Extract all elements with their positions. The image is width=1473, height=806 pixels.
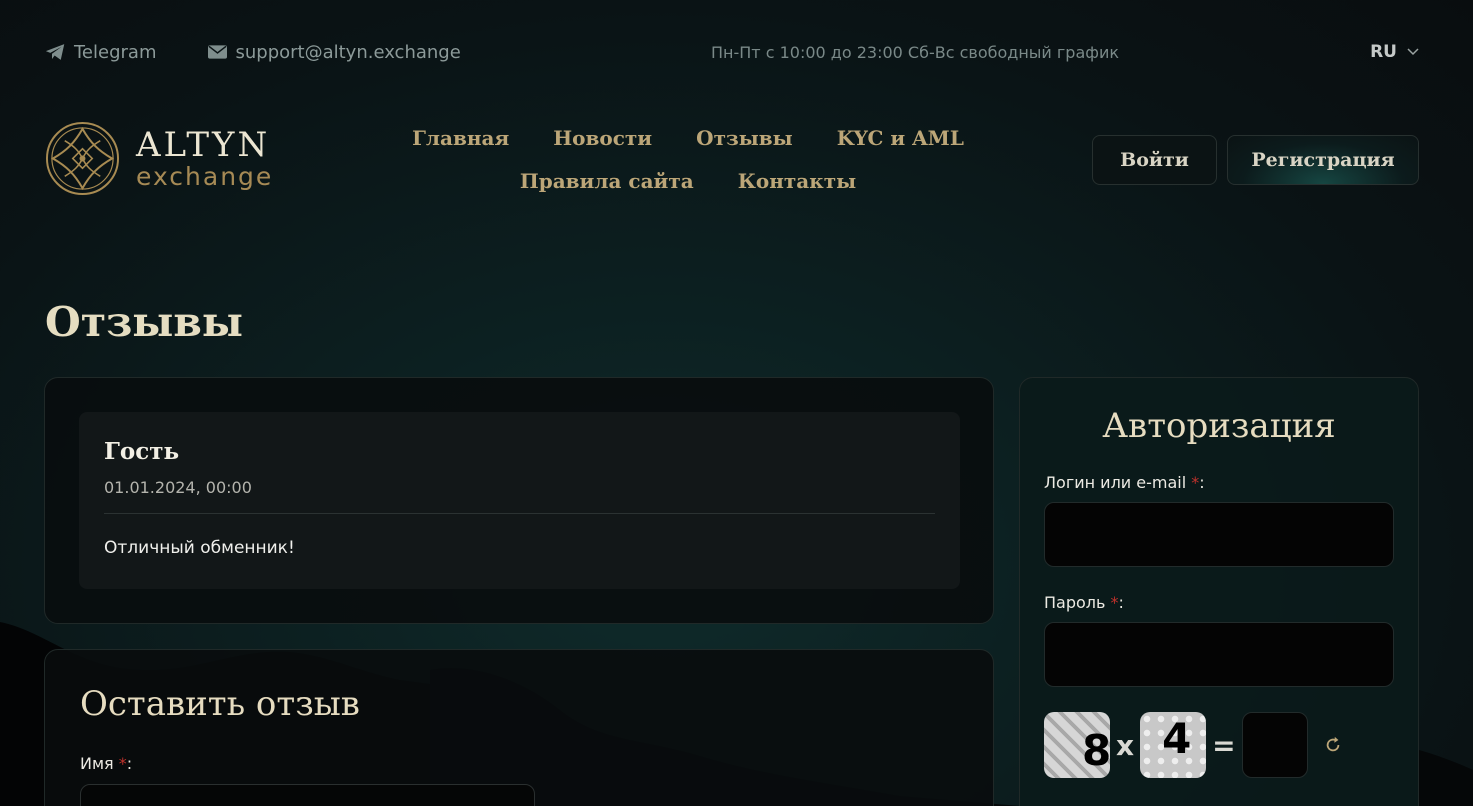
telegram-link[interactable]: Telegram: [45, 42, 156, 63]
captcha-equals: =: [1212, 728, 1236, 762]
login-field-label: Логин или e-mail *:: [1044, 473, 1205, 492]
captcha-digit-b: 4: [1162, 714, 1192, 763]
label-colon: :: [1199, 473, 1205, 492]
captcha-digit-a: 8: [1082, 726, 1110, 775]
nav-item-news[interactable]: Новости: [553, 122, 652, 165]
language-selector[interactable]: RU: [1370, 42, 1419, 62]
required-mark: *: [1110, 593, 1119, 612]
nav-item-kyc-aml[interactable]: KYC и AML: [837, 122, 964, 165]
password-label-text: Пароль: [1044, 593, 1106, 612]
captcha-operator: x: [1116, 728, 1135, 762]
refresh-icon[interactable]: [1324, 736, 1342, 754]
telegram-label: Telegram: [74, 41, 157, 63]
review-date: 01.01.2024, 00:00: [104, 478, 252, 497]
password-field-label: Пароль *:: [1044, 593, 1124, 612]
auth-title: Авторизация: [1102, 406, 1336, 446]
page-title: Отзывы: [45, 298, 243, 346]
nav-item-home[interactable]: Главная: [412, 122, 509, 165]
name-input[interactable]: [80, 784, 535, 806]
reviews-list-panel: Гость 01.01.2024, 00:00 Отличный обменни…: [44, 377, 994, 624]
leave-review-title: Оставить отзыв: [80, 684, 360, 724]
main-nav: Главная Новости Отзывы KYC и AML Правила…: [290, 122, 1086, 208]
nav-item-reviews[interactable]: Отзывы: [696, 122, 793, 165]
login-label-text: Логин или e-mail: [1044, 473, 1187, 492]
mail-icon: [208, 45, 228, 59]
email-label: support@altyn.exchange: [235, 41, 461, 63]
work-schedule: Пн-Пт с 10:00 до 23:00 Сб-Вс свободный г…: [711, 42, 1120, 62]
captcha-answer-input[interactable]: [1241, 712, 1308, 778]
register-button[interactable]: Регистрация: [1227, 135, 1419, 185]
logo-title: ALTYN: [136, 125, 271, 165]
review-card: Гость 01.01.2024, 00:00 Отличный обменни…: [79, 412, 960, 589]
logo-subtitle: exchange: [136, 162, 274, 191]
language-label: RU: [1370, 42, 1397, 62]
site-logo[interactable]: ALTYN exchange: [45, 121, 273, 196]
name-label-text: Имя: [80, 754, 114, 773]
leave-review-panel: Оставить отзыв Имя *:: [44, 649, 994, 806]
top-bar: Telegram support@altyn.exchange Пн-Пт с …: [45, 38, 1419, 66]
required-mark: *: [118, 754, 127, 773]
name-field-label: Имя *:: [80, 754, 132, 773]
login-button[interactable]: Войти: [1092, 135, 1217, 185]
auth-panel: Авторизация Логин или e-mail *: Пароль *…: [1019, 377, 1419, 806]
review-text: Отличный обменник!: [104, 538, 295, 558]
login-input[interactable]: [1044, 502, 1394, 567]
captcha: 8 x 4 =: [1044, 712, 1342, 778]
nav-item-contacts[interactable]: Контакты: [738, 165, 856, 208]
captcha-image-a: 8: [1044, 712, 1110, 778]
label-colon: :: [1118, 593, 1124, 612]
nav-item-rules[interactable]: Правила сайта: [520, 165, 694, 208]
telegram-icon: [45, 44, 65, 60]
label-colon: :: [126, 754, 133, 773]
email-link[interactable]: support@altyn.exchange: [208, 41, 461, 63]
logo-emblem-icon: [45, 121, 120, 196]
password-input[interactable]: [1044, 622, 1394, 687]
review-author: Гость: [104, 438, 180, 465]
review-divider: [104, 513, 935, 514]
chevron-down-icon: [1407, 48, 1419, 56]
captcha-image-b: 4: [1140, 712, 1207, 778]
